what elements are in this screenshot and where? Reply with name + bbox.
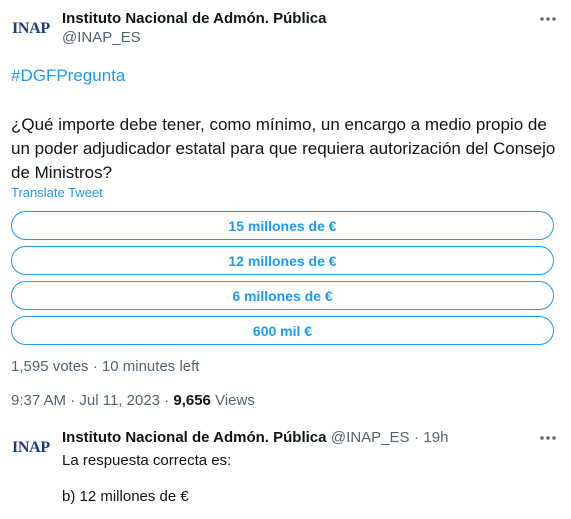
reply-text-line-1: La respuesta correcta es: <box>62 452 232 469</box>
separator-dot: · <box>413 429 419 446</box>
poll-option-3[interactable]: 6 millones de € <box>11 281 554 310</box>
reply-more-options-button[interactable] <box>537 430 559 446</box>
views-label[interactable]: Views <box>215 392 255 409</box>
separator-dot: · <box>70 392 76 409</box>
more-horizontal-icon <box>540 436 556 440</box>
hashtag-link[interactable]: #DGFPregunta <box>11 66 125 86</box>
views-count: 9,656 <box>173 392 211 409</box>
tweet-text: ¿Qué importe debe tener, como mínimo, un… <box>11 115 556 182</box>
poll-meta: 1,595 votes · 10 minutes left <box>11 358 199 375</box>
avatar-logo-text: INAP <box>12 439 50 456</box>
poll-time-left: 10 minutes left <box>101 358 200 375</box>
translate-tweet-link[interactable]: Translate Tweet <box>11 185 103 200</box>
author-avatar[interactable]: INAP <box>12 14 56 44</box>
tweet-time[interactable]: 9:37 AM <box>11 392 66 409</box>
reply-author-avatar[interactable]: INAP <box>12 433 56 463</box>
author-name[interactable]: Instituto Nacional de Admón. Pública <box>62 10 326 27</box>
reply-text-line-2: b) 12 millones de € <box>62 488 189 505</box>
tweet-timestamp-row: 9:37 AM · Jul 11, 2023 · 9,656 Views <box>11 392 255 409</box>
poll-votes: 1,595 votes <box>11 358 89 375</box>
poll-option-2[interactable]: 12 millones de € <box>11 246 554 275</box>
more-horizontal-icon <box>540 17 556 21</box>
avatar-logo-text: INAP <box>12 20 50 37</box>
separator-dot: · <box>92 358 98 375</box>
reply-header: Instituto Nacional de Admón. Pública @IN… <box>62 429 448 447</box>
poll-option-4[interactable]: 600 mil € <box>11 316 554 345</box>
author-handle[interactable]: @INAP_ES <box>62 29 141 46</box>
poll-option-1[interactable]: 15 millones de € <box>11 211 554 240</box>
reply-author-handle[interactable]: @INAP_ES <box>331 429 410 446</box>
more-options-button[interactable] <box>537 11 559 27</box>
reply-time-ago[interactable]: 19h <box>423 429 448 446</box>
separator-dot: · <box>164 392 170 409</box>
tweet-date[interactable]: Jul 11, 2023 <box>79 392 160 409</box>
reply-author-name[interactable]: Instituto Nacional de Admón. Pública <box>62 429 326 446</box>
